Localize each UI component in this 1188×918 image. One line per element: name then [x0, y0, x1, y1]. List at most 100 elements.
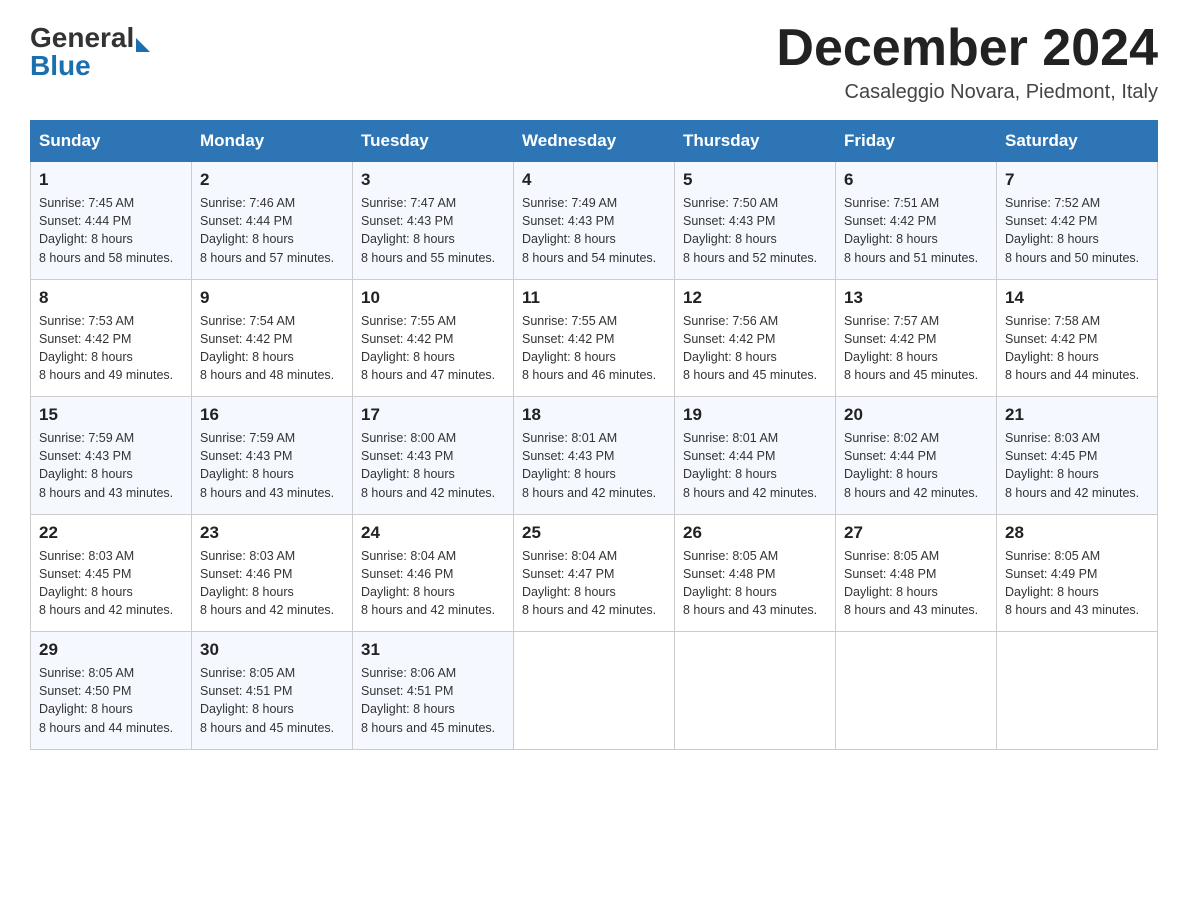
day-number: 3 — [361, 170, 505, 190]
day-number: 17 — [361, 405, 505, 425]
logo-general-text: General — [30, 24, 134, 52]
calendar-cell: 16Sunrise: 7:59 AMSunset: 4:43 PMDayligh… — [192, 397, 353, 515]
title-block: December 2024 Casaleggio Novara, Piedmon… — [776, 20, 1158, 104]
day-number: 15 — [39, 405, 183, 425]
day-info: Sunrise: 8:05 AMSunset: 4:48 PMDaylight:… — [844, 547, 988, 620]
weekday-header-friday: Friday — [836, 121, 997, 162]
day-info: Sunrise: 7:56 AMSunset: 4:42 PMDaylight:… — [683, 312, 827, 385]
calendar-cell: 23Sunrise: 8:03 AMSunset: 4:46 PMDayligh… — [192, 514, 353, 632]
calendar-header: SundayMondayTuesdayWednesdayThursdayFrid… — [31, 121, 1158, 162]
day-number: 31 — [361, 640, 505, 660]
day-number: 10 — [361, 288, 505, 308]
calendar-cell — [836, 632, 997, 750]
logo-blue-text: Blue — [30, 52, 150, 80]
weekday-header-thursday: Thursday — [675, 121, 836, 162]
day-info: Sunrise: 7:53 AMSunset: 4:42 PMDaylight:… — [39, 312, 183, 385]
calendar-cell: 27 Sunrise: 8:05 AMSunset: 4:48 PMDayligh… — [836, 514, 997, 632]
day-info: Sunrise: 8:04 AMSunset: 4:47 PMDaylight:… — [522, 547, 666, 620]
day-number: 26 — [683, 523, 827, 543]
day-info: Sunrise: 8:05 AMSunset: 4:49 PMDaylight:… — [1005, 547, 1149, 620]
day-number: 13 — [844, 288, 988, 308]
day-number: 19 — [683, 405, 827, 425]
calendar-cell — [675, 632, 836, 750]
day-info: Sunrise: 8:03 AMSunset: 4:45 PMDaylight:… — [39, 547, 183, 620]
day-number: 9 — [200, 288, 344, 308]
calendar-cell: 9 Sunrise: 7:54 AMSunset: 4:42 PMDaylight… — [192, 279, 353, 397]
week-row-3: 15Sunrise: 7:59 AMSunset: 4:43 PMDayligh… — [31, 397, 1158, 515]
week-row-4: 22Sunrise: 8:03 AMSunset: 4:45 PMDayligh… — [31, 514, 1158, 632]
calendar-cell: 10 Sunrise: 7:55 AMSunset: 4:42 PMDayligh… — [353, 279, 514, 397]
day-number: 4 — [522, 170, 666, 190]
day-number: 14 — [1005, 288, 1149, 308]
day-number: 7 — [1005, 170, 1149, 190]
day-info: Sunrise: 8:01 AMSunset: 4:43 PMDaylight:… — [522, 429, 666, 502]
calendar-cell: 24Sunrise: 8:04 AMSunset: 4:46 PMDayligh… — [353, 514, 514, 632]
day-info: Sunrise: 8:03 AMSunset: 4:45 PMDaylight:… — [1005, 429, 1149, 502]
day-number: 11 — [522, 288, 666, 308]
calendar-cell: 22Sunrise: 8:03 AMSunset: 4:45 PMDayligh… — [31, 514, 192, 632]
page-header: General Blue December 2024 Casaleggio No… — [30, 20, 1158, 104]
day-info: Sunrise: 7:49 AMSunset: 4:43 PMDaylight:… — [522, 194, 666, 267]
logo-arrow-icon — [136, 38, 150, 52]
day-number: 6 — [844, 170, 988, 190]
weekday-header-tuesday: Tuesday — [353, 121, 514, 162]
day-info: Sunrise: 8:01 AMSunset: 4:44 PMDaylight:… — [683, 429, 827, 502]
day-info: Sunrise: 7:46 AMSunset: 4:44 PMDaylight:… — [200, 194, 344, 267]
day-number: 5 — [683, 170, 827, 190]
week-row-2: 8Sunrise: 7:53 AMSunset: 4:42 PMDaylight… — [31, 279, 1158, 397]
day-info: Sunrise: 7:54 AMSunset: 4:42 PMDaylight:… — [200, 312, 344, 385]
day-info: Sunrise: 7:50 AMSunset: 4:43 PMDaylight:… — [683, 194, 827, 267]
day-number: 20 — [844, 405, 988, 425]
day-info: Sunrise: 8:05 AMSunset: 4:50 PMDaylight:… — [39, 664, 183, 737]
day-info: Sunrise: 8:05 AMSunset: 4:51 PMDaylight:… — [200, 664, 344, 737]
day-number: 30 — [200, 640, 344, 660]
day-number: 27 — [844, 523, 988, 543]
calendar-cell: 21 Sunrise: 8:03 AMSunset: 4:45 PMDayligh… — [997, 397, 1158, 515]
calendar-cell: 26 Sunrise: 8:05 AMSunset: 4:48 PMDayligh… — [675, 514, 836, 632]
calendar-cell: 13 Sunrise: 7:57 AMSunset: 4:42 PMDayligh… — [836, 279, 997, 397]
day-number: 21 — [1005, 405, 1149, 425]
day-info: Sunrise: 8:06 AMSunset: 4:51 PMDaylight:… — [361, 664, 505, 737]
calendar-cell: 17 Sunrise: 8:00 AMSunset: 4:43 PMDayligh… — [353, 397, 514, 515]
weekday-header-saturday: Saturday — [997, 121, 1158, 162]
day-info: Sunrise: 8:03 AMSunset: 4:46 PMDaylight:… — [200, 547, 344, 620]
calendar-cell: 12 Sunrise: 7:56 AMSunset: 4:42 PMDayligh… — [675, 279, 836, 397]
month-title: December 2024 — [776, 20, 1158, 77]
calendar-cell: 8Sunrise: 7:53 AMSunset: 4:42 PMDaylight… — [31, 279, 192, 397]
calendar-body: 1Sunrise: 7:45 AMSunset: 4:44 PMDaylight… — [31, 162, 1158, 750]
calendar-cell: 5 Sunrise: 7:50 AMSunset: 4:43 PMDaylight… — [675, 162, 836, 280]
day-info: Sunrise: 7:45 AMSunset: 4:44 PMDaylight:… — [39, 194, 183, 267]
week-row-1: 1Sunrise: 7:45 AMSunset: 4:44 PMDaylight… — [31, 162, 1158, 280]
calendar-cell — [514, 632, 675, 750]
calendar-table: SundayMondayTuesdayWednesdayThursdayFrid… — [30, 120, 1158, 750]
calendar-cell: 20 Sunrise: 8:02 AMSunset: 4:44 PMDayligh… — [836, 397, 997, 515]
logo: General Blue — [30, 20, 150, 80]
week-row-5: 29Sunrise: 8:05 AMSunset: 4:50 PMDayligh… — [31, 632, 1158, 750]
calendar-cell: 28 Sunrise: 8:05 AMSunset: 4:49 PMDayligh… — [997, 514, 1158, 632]
location-text: Casaleggio Novara, Piedmont, Italy — [776, 81, 1158, 104]
calendar-cell: 11 Sunrise: 7:55 AMSunset: 4:42 PMDayligh… — [514, 279, 675, 397]
day-info: Sunrise: 7:57 AMSunset: 4:42 PMDaylight:… — [844, 312, 988, 385]
day-info: Sunrise: 7:55 AMSunset: 4:42 PMDaylight:… — [522, 312, 666, 385]
calendar-cell: 4 Sunrise: 7:49 AMSunset: 4:43 PMDaylight… — [514, 162, 675, 280]
day-number: 16 — [200, 405, 344, 425]
day-info: Sunrise: 8:02 AMSunset: 4:44 PMDaylight:… — [844, 429, 988, 502]
day-number: 28 — [1005, 523, 1149, 543]
day-info: Sunrise: 8:05 AMSunset: 4:48 PMDaylight:… — [683, 547, 827, 620]
day-info: Sunrise: 8:04 AMSunset: 4:46 PMDaylight:… — [361, 547, 505, 620]
calendar-cell: 14Sunrise: 7:58 AMSunset: 4:42 PMDayligh… — [997, 279, 1158, 397]
weekday-header-sunday: Sunday — [31, 121, 192, 162]
day-info: Sunrise: 7:51 AMSunset: 4:42 PMDaylight:… — [844, 194, 988, 267]
day-info: Sunrise: 8:00 AMSunset: 4:43 PMDaylight:… — [361, 429, 505, 502]
day-number: 25 — [522, 523, 666, 543]
calendar-cell: 19 Sunrise: 8:01 AMSunset: 4:44 PMDayligh… — [675, 397, 836, 515]
calendar-cell: 18Sunrise: 8:01 AMSunset: 4:43 PMDayligh… — [514, 397, 675, 515]
calendar-cell: 31 Sunrise: 8:06 AMSunset: 4:51 PMDayligh… — [353, 632, 514, 750]
day-info: Sunrise: 7:55 AMSunset: 4:42 PMDaylight:… — [361, 312, 505, 385]
calendar-cell: 29Sunrise: 8:05 AMSunset: 4:50 PMDayligh… — [31, 632, 192, 750]
day-number: 12 — [683, 288, 827, 308]
calendar-cell — [997, 632, 1158, 750]
day-number: 2 — [200, 170, 344, 190]
calendar-cell: 30 Sunrise: 8:05 AMSunset: 4:51 PMDayligh… — [192, 632, 353, 750]
calendar-cell: 6 Sunrise: 7:51 AMSunset: 4:42 PMDaylight… — [836, 162, 997, 280]
